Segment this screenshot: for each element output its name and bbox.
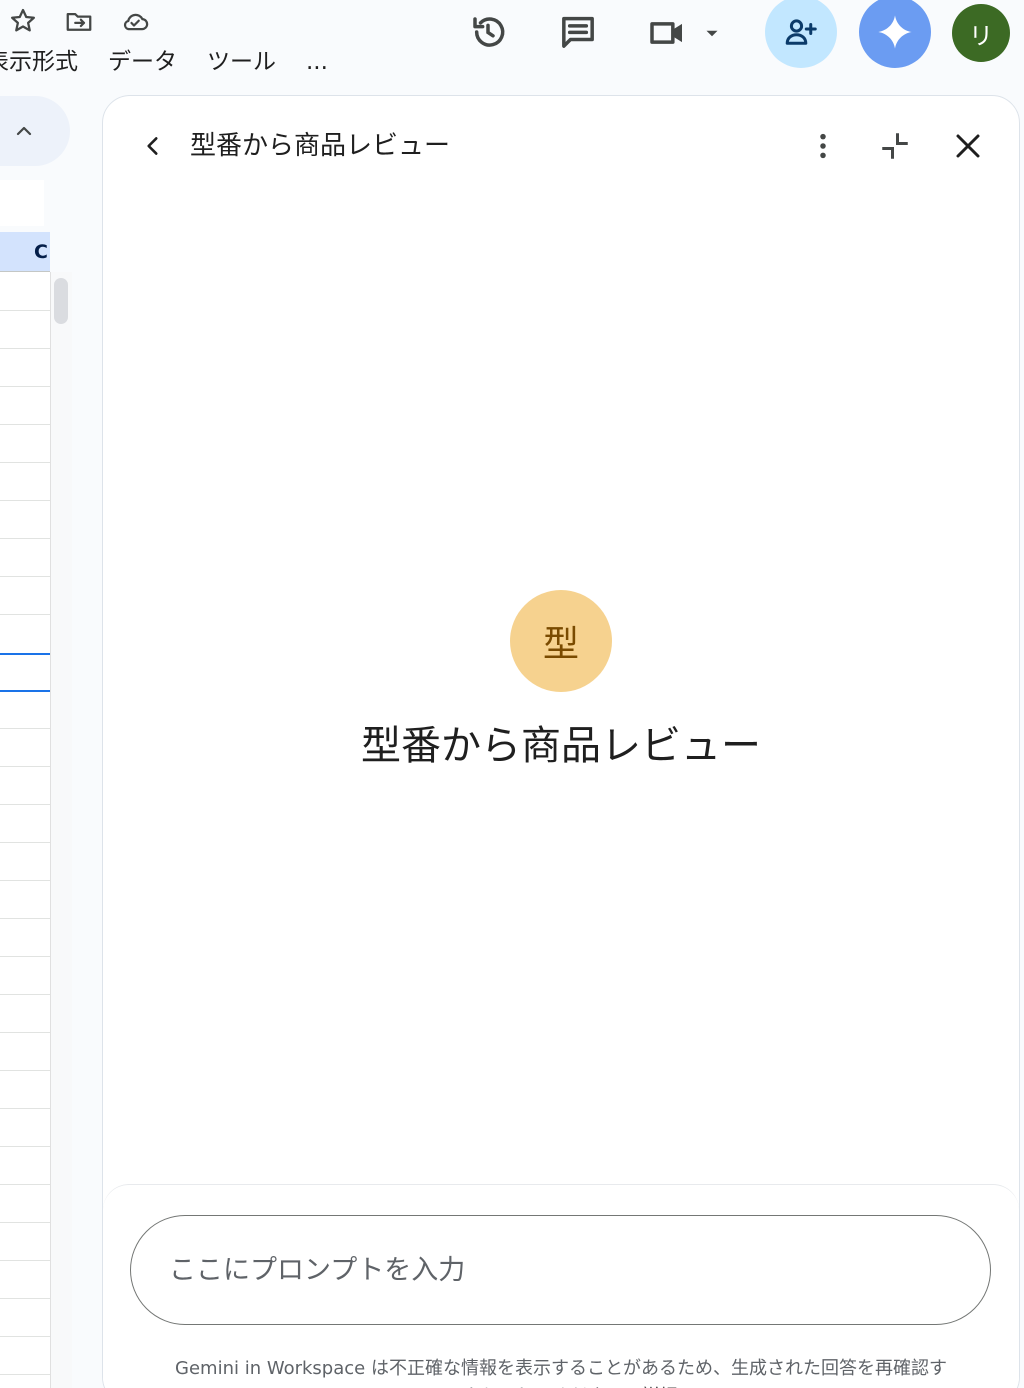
meet-button[interactable] <box>640 10 728 56</box>
add-person-icon <box>785 19 817 45</box>
cell-grid[interactable] <box>0 272 50 1388</box>
grid-row-line <box>0 1032 50 1033</box>
close-icon <box>956 134 980 158</box>
grid-row-line <box>0 576 50 577</box>
prompt-box[interactable] <box>130 1215 991 1325</box>
share-button[interactable] <box>765 0 837 68</box>
gemini-side-panel: 型番から商品レビュー 型 型番から商品レビュー Gemini in Worksp… <box>102 95 1020 1388</box>
grid-row-line <box>0 614 50 615</box>
minimize-button[interactable] <box>875 126 915 166</box>
grid-row-line <box>0 310 50 311</box>
menu-item-more[interactable]: ... <box>306 44 328 80</box>
top-right-actions: リ <box>444 0 1024 70</box>
column-header-c[interactable]: C <box>0 232 50 272</box>
document-actions <box>6 6 152 36</box>
grid-row-line <box>0 538 50 539</box>
gem-name: 型番から商品レビュー <box>361 723 761 769</box>
top-bar: 表示形式 データ ツール ... リ <box>0 0 1024 92</box>
menu-item-data[interactable]: データ <box>108 44 177 80</box>
grid-row-line <box>0 956 50 957</box>
chevron-left-icon <box>147 137 158 155</box>
gemini-sparkle-icon <box>878 15 912 49</box>
more-options-button[interactable] <box>803 126 843 166</box>
spreadsheet-area: C <box>0 92 72 1388</box>
prompt-input[interactable] <box>169 1254 952 1286</box>
vertical-scrollbar[interactable] <box>50 272 72 1388</box>
grid-row-line <box>0 880 50 881</box>
comments-button[interactable] <box>556 10 600 54</box>
more-vert-icon <box>820 133 826 159</box>
history-icon <box>473 17 505 47</box>
close-panel-button[interactable] <box>948 126 988 166</box>
collapse-menus-button[interactable] <box>0 96 70 166</box>
scrollbar-thumb[interactable] <box>54 278 68 324</box>
menu-bar: 表示形式 データ ツール ... <box>0 44 328 80</box>
collapse-icon <box>882 133 908 159</box>
grid-row-line <box>0 918 50 919</box>
account-avatar[interactable]: リ <box>952 4 1010 62</box>
grid-row-line <box>0 1108 50 1109</box>
grid-row-line <box>0 1222 50 1223</box>
grid-row-line <box>0 1336 50 1337</box>
grid-row-line <box>0 1260 50 1261</box>
grid-row-line <box>0 842 50 843</box>
grid-row-line <box>0 500 50 501</box>
disclaimer-lead: Gemini in Workspace <box>175 1358 366 1379</box>
grid-row-line <box>0 348 50 349</box>
prompt-area: Gemini in Workspace は不正確な情報を表示することがあるため、… <box>103 1184 1019 1388</box>
cloud-saved-icon[interactable] <box>118 6 152 36</box>
grid-row-line <box>0 728 50 729</box>
grid-row-line <box>0 994 50 995</box>
grid-row-line <box>0 1146 50 1147</box>
gemini-button[interactable] <box>859 0 931 68</box>
grid-row-line <box>0 1374 50 1375</box>
grid-row-line <box>0 424 50 425</box>
disclaimer: Gemini in Workspace は不正確な情報を表示することがあるため、… <box>103 1355 1019 1388</box>
grid-row-line <box>0 1070 50 1071</box>
version-history-button[interactable] <box>466 10 510 54</box>
chevron-down-icon <box>706 30 718 37</box>
grid-row-line <box>0 386 50 387</box>
formula-bar[interactable] <box>0 180 44 226</box>
grid-row-line <box>0 1298 50 1299</box>
grid-row-line <box>0 1184 50 1185</box>
selected-cell-border-bottom <box>0 690 50 692</box>
grid-row-line <box>0 462 50 463</box>
grid-row-line <box>0 804 50 805</box>
star-icon[interactable] <box>6 6 40 36</box>
comment-icon <box>562 16 594 48</box>
panel-title: 型番から商品レビュー <box>190 131 451 161</box>
gem-avatar: 型 <box>510 590 612 692</box>
app-window: 表示形式 データ ツール ... リ <box>0 0 1024 1388</box>
panel-header: 型番から商品レビュー <box>103 96 1019 196</box>
menu-item-tools[interactable]: ツール <box>207 44 276 80</box>
back-button[interactable] <box>133 126 173 166</box>
grid-row-line <box>0 766 50 767</box>
move-to-folder-icon[interactable] <box>62 6 96 36</box>
selected-cell-border-top <box>0 653 50 655</box>
chevron-up-icon <box>16 126 32 136</box>
disclaimer-text: は不正確な情報を表示することがあるため、生成された回答を再確認するようにしてくだ… <box>370 1358 947 1388</box>
menu-item-format[interactable]: 表示形式 <box>0 44 78 80</box>
video-camera-icon <box>650 22 682 44</box>
